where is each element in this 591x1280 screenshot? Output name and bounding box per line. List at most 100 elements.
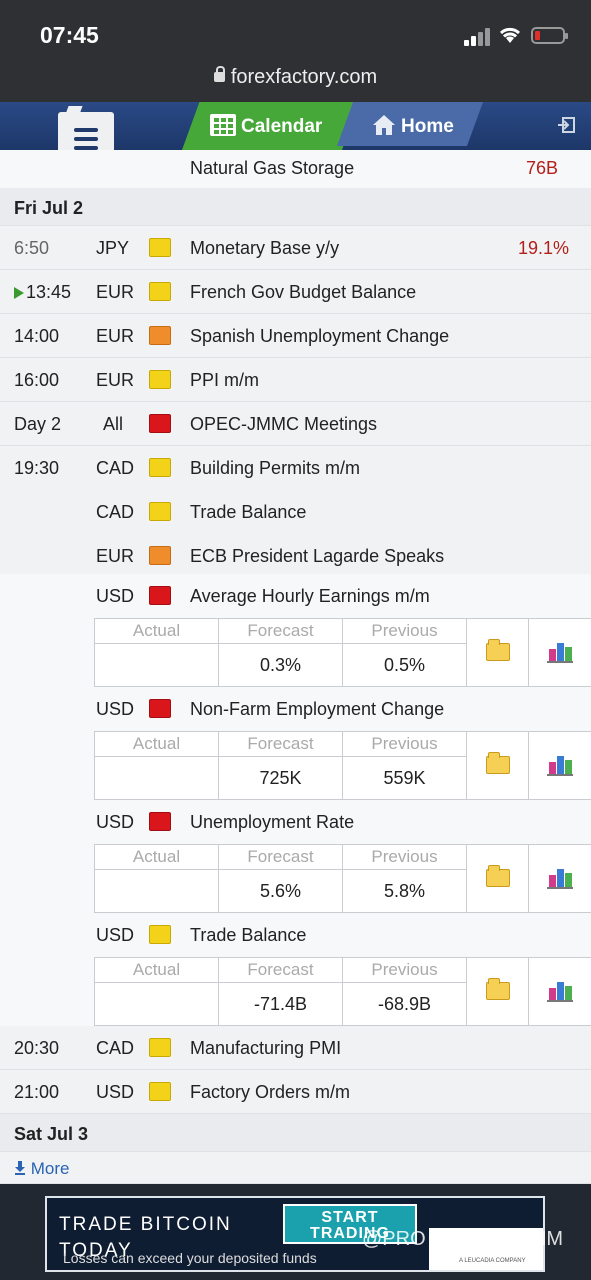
event-time: 14:00: [14, 326, 60, 346]
tab-home[interactable]: Home: [401, 116, 454, 138]
graph-button[interactable]: [528, 618, 591, 687]
event-time: 20:30: [14, 1038, 60, 1058]
actual-value: 76B: [525, 158, 558, 178]
details-button[interactable]: [466, 618, 529, 687]
logout-icon[interactable]: [557, 117, 575, 133]
event-name: Spanish Unemployment Change: [190, 326, 450, 346]
actual-value: [94, 982, 219, 1026]
table-row[interactable]: 16:00 EUR PPI m/m: [0, 358, 591, 402]
table-row[interactable]: Day 2 All OPEC-JMMC Meetings: [0, 402, 591, 446]
event-name: Non-Farm Employment Change: [190, 699, 445, 719]
forecast-value: 725K: [218, 756, 343, 800]
download-arrow-icon: [15, 1161, 25, 1175]
wifi-icon: [499, 27, 521, 43]
event-name: Trade Balance: [190, 502, 307, 522]
table-row[interactable]: 19:30 CAD Building Permits m/m: [0, 446, 591, 490]
impact-high-icon[interactable]: [149, 414, 171, 433]
folder-icon: [486, 865, 510, 887]
event-time: Day 2: [14, 414, 62, 434]
table-row[interactable]: 20:30 CAD Manufacturing PMI: [0, 1026, 591, 1070]
event-detail-table: Actual Forecast Previous 725K 559K: [94, 731, 591, 801]
forecast-value: -71.4B: [218, 982, 343, 1026]
table-row[interactable]: 14:00 EUR Spanish Unemployment Change: [0, 314, 591, 358]
watermark: @PRO TRADER VNM: [362, 1228, 564, 1250]
event-currency: EUR: [96, 326, 135, 346]
event-time: 13:45: [26, 282, 72, 302]
impact-low-icon[interactable]: [149, 458, 171, 477]
forecast-header: Forecast: [218, 844, 343, 870]
details-button[interactable]: [466, 731, 529, 800]
event-currency: USD: [96, 699, 135, 719]
table-row[interactable]: CAD Trade Balance: [0, 490, 591, 534]
actual-header: Actual: [94, 618, 219, 644]
graph-button[interactable]: [528, 957, 591, 1026]
graph-button[interactable]: [528, 844, 591, 913]
impact-low-icon[interactable]: [149, 370, 171, 389]
event-currency: EUR: [96, 546, 135, 566]
folder-icon: [486, 639, 510, 661]
table-row[interactable]: EUR ECB President Lagarde Speaks: [0, 534, 591, 574]
impact-low-icon[interactable]: [149, 238, 171, 257]
impact-low-icon[interactable]: [149, 1038, 171, 1057]
calendar-list: Natural Gas Storage 76B Fri Jul 2 6:50 J…: [0, 150, 591, 1184]
event-name: Trade Balance: [190, 925, 307, 945]
previous-header: Previous: [342, 731, 467, 757]
expanded-event-header[interactable]: USD Non-Farm Employment Change: [0, 687, 591, 731]
event-name: Factory Orders m/m: [190, 1082, 351, 1102]
address-bar[interactable]: forexfactory.com: [0, 66, 591, 89]
bar-chart-icon: [547, 754, 573, 776]
impact-low-icon[interactable]: [149, 282, 171, 301]
event-currency: JPY: [96, 238, 130, 258]
folder-icon: [486, 752, 510, 774]
actual-value: [94, 756, 219, 800]
table-row[interactable]: 6:50 JPY Monetary Base y/y 19.1%: [0, 226, 591, 270]
date-header: Sat Jul 3: [0, 1114, 591, 1152]
impact-medium-icon[interactable]: [149, 546, 171, 565]
ad-sponsor-tag: A LEUCADIA COMPANY: [459, 1258, 526, 1264]
previous-value: 0.5%: [342, 643, 467, 687]
forecast-header: Forecast: [218, 731, 343, 757]
previous-value: -68.9B: [342, 982, 467, 1026]
event-currency: USD: [96, 925, 135, 945]
event-time: 6:50: [14, 238, 50, 258]
event-name: ECB President Lagarde Speaks: [190, 546, 445, 566]
expanded-event-header[interactable]: USD Unemployment Rate: [0, 800, 591, 844]
event-name: Monetary Base y/y: [190, 238, 340, 258]
event-currency: CAD: [96, 502, 135, 522]
ad-risk-warning: Losses can exceed your deposited funds: [63, 1250, 317, 1266]
current-event-arrow-icon: [14, 287, 24, 299]
event-currency: EUR: [96, 370, 135, 390]
event-currency: USD: [96, 812, 135, 832]
more-link[interactable]: More: [14, 1159, 69, 1179]
impact-high-icon[interactable]: [149, 699, 171, 718]
tab-calendar[interactable]: Calendar: [241, 116, 322, 138]
event-name: Building Permits m/m: [190, 458, 361, 478]
lock-icon: [213, 66, 225, 82]
folder-icon: [486, 978, 510, 1000]
table-row[interactable]: 13:45 EUR French Gov Budget Balance: [0, 270, 591, 314]
expanded-event-header[interactable]: USD Average Hourly Earnings m/m: [0, 574, 591, 618]
event-currency: USD: [96, 586, 135, 606]
table-row[interactable]: 21:00 USD Factory Orders m/m: [0, 1070, 591, 1114]
details-button[interactable]: [466, 844, 529, 913]
event-name: Average Hourly Earnings m/m: [190, 586, 430, 606]
expanded-events: USD Average Hourly Earnings m/m Actual F…: [0, 574, 591, 1026]
calendar-icon: [210, 114, 236, 136]
event-name: French Gov Budget Balance: [190, 282, 417, 302]
home-icon: [373, 115, 395, 135]
event-detail-table: Actual Forecast Previous 5.6% 5.8%: [94, 844, 591, 914]
event-detail-table: Actual Forecast Previous -71.4B -68.9B: [94, 957, 591, 1027]
impact-low-icon[interactable]: [149, 1082, 171, 1101]
impact-low-icon[interactable]: [149, 502, 171, 521]
event-name: OPEC-JMMC Meetings: [190, 414, 378, 434]
details-button[interactable]: [466, 957, 529, 1026]
expanded-event-header[interactable]: USD Trade Balance: [0, 913, 591, 957]
graph-button[interactable]: [528, 731, 591, 800]
event-name: Unemployment Rate: [190, 812, 355, 832]
previous-header: Previous: [342, 618, 467, 644]
actual-value: [94, 869, 219, 913]
impact-high-icon[interactable]: [149, 586, 171, 605]
impact-low-icon[interactable]: [149, 925, 171, 944]
impact-high-icon[interactable]: [149, 812, 171, 831]
impact-medium-icon[interactable]: [149, 326, 171, 345]
